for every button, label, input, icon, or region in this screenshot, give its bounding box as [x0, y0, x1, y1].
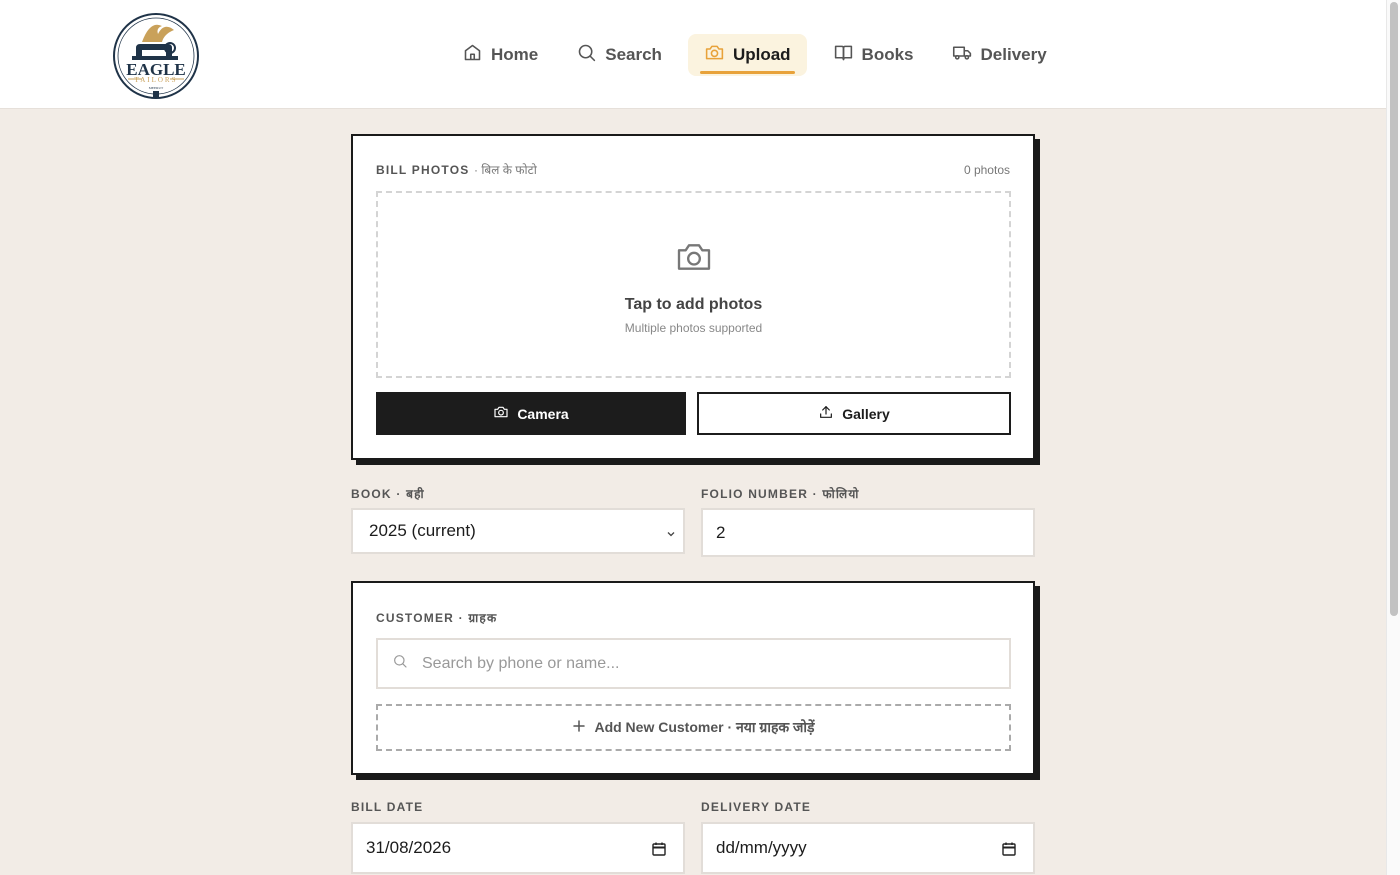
delivery-date-input[interactable]: dd/mm/yyyy [701, 822, 1035, 874]
camera-icon [493, 404, 509, 423]
upload-icon [818, 404, 834, 423]
camera-icon [674, 235, 714, 296]
top-header: EAGLE TAILORS MEERUT Home Search Upload [0, 0, 1386, 109]
plus-icon [572, 719, 586, 736]
book-label: BOOK · बही [351, 487, 425, 501]
calendar-icon[interactable] [1001, 841, 1017, 857]
customer-label: CUSTOMER · ग्राहक [376, 611, 498, 625]
add-new-customer-button[interactable]: Add New Customer · नया ग्राहक जोड़ें [376, 704, 1011, 751]
eagle-tailors-logo[interactable]: EAGLE TAILORS MEERUT [112, 12, 200, 100]
add-new-customer-label: Add New Customer · नया ग्राहक जोड़ें [594, 719, 815, 735]
photo-count: 0 photos [963, 162, 1010, 177]
search-icon [392, 653, 422, 674]
search-icon [576, 42, 597, 68]
nav-books[interactable]: Books [821, 34, 926, 76]
home-icon [462, 42, 483, 68]
photo-dropzone[interactable]: Tap to add photos Multiple photos suppor… [376, 191, 1011, 378]
customer-card: CUSTOMER · ग्राहक Search by phone or nam… [351, 581, 1035, 775]
customer-search-placeholder: Search by phone or name... [422, 654, 620, 672]
bill-photos-title: BILL PHOTOS [376, 163, 470, 177]
folio-input[interactable]: 2 [701, 508, 1035, 557]
logo-city: MEERUT [149, 86, 164, 90]
bill-date-input[interactable]: 31/08/2026 [351, 822, 685, 874]
camera-icon [704, 42, 725, 68]
nav-delivery[interactable]: Delivery [940, 34, 1059, 76]
delivery-date-label: DELIVERY DATE [701, 800, 812, 814]
bill-photos-title-hindi: · बिल के फोटो [473, 163, 537, 177]
calendar-icon[interactable] [651, 841, 667, 857]
camera-button[interactable]: Camera [376, 392, 686, 435]
camera-button-label: Camera [517, 405, 569, 422]
nav-delivery-label: Delivery [980, 45, 1047, 64]
nav-upload-label: Upload [732, 45, 791, 64]
folio-value: 2 [716, 522, 726, 542]
bill-photos-label: BILL PHOTOS · बिल के फोटो [376, 161, 537, 178]
bill-date-label: BILL DATE [351, 800, 424, 814]
nav-search[interactable]: Search [564, 34, 674, 76]
page-scrollbar[interactable] [1386, 0, 1400, 875]
truck-icon [952, 42, 973, 68]
nav-search-label: Search [605, 45, 662, 64]
nav-books-label: Books [861, 45, 914, 64]
logo-subtitle: TAILORS [135, 76, 178, 84]
bill-photos-card: BILL PHOTOS · बिल के फोटो 0 photos Tap t… [351, 134, 1035, 460]
customer-search-input[interactable]: Search by phone or name... [376, 638, 1011, 689]
nav-home[interactable]: Home [450, 34, 550, 76]
dropzone-subtitle: Multiple photos supported [624, 320, 763, 335]
bill-photos-header: BILL PHOTOS · बिल के फोटो 0 photos [376, 161, 1010, 178]
nav-upload[interactable]: Upload [687, 34, 807, 76]
gallery-button[interactable]: Gallery [697, 392, 1011, 435]
delivery-date-value: dd/mm/yyyy [716, 838, 807, 857]
bill-date-value: 31/08/2026 [366, 838, 452, 857]
book-icon [833, 42, 854, 68]
chevron-down-icon [665, 525, 677, 537]
book-select-value: 2025 (current) [369, 521, 476, 540]
scrollbar-thumb[interactable] [1390, 2, 1398, 616]
main-nav: Home Search Upload Books Delivery [450, 33, 1059, 77]
folio-label: FOLIO NUMBER · फोलियो [701, 487, 860, 501]
nav-home-label: Home [491, 45, 539, 64]
dropzone-title: Tap to add photos [624, 295, 763, 313]
book-select[interactable]: 2025 (current) [351, 508, 685, 554]
gallery-button-label: Gallery [842, 405, 890, 422]
